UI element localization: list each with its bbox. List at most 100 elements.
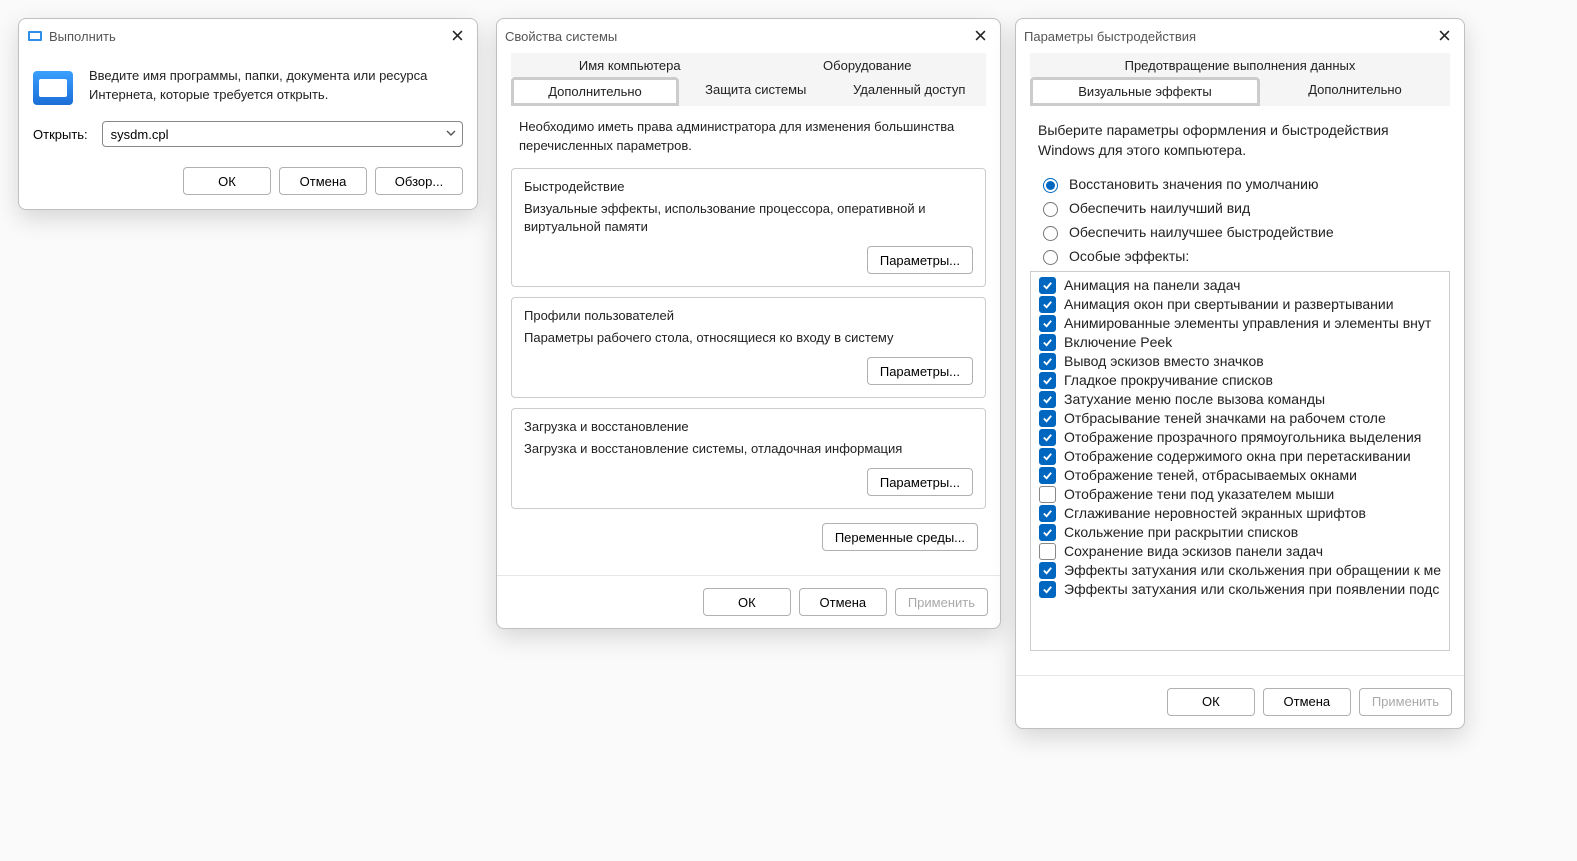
effect-row[interactable]: Отображение прозрачного прямоугольника в… (1031, 428, 1449, 447)
checkbox[interactable] (1039, 581, 1056, 598)
sys-title: Свойства системы (505, 29, 968, 44)
perf-title: Параметры быстродействия (1024, 29, 1432, 44)
checkbox[interactable] (1039, 296, 1056, 313)
cancel-button[interactable]: Отмена (1263, 688, 1351, 716)
perf-tabs-row-1: Предотвращение выполнения данных (1030, 53, 1450, 77)
radio-group: Восстановить значения по умолчанию Обесп… (1030, 175, 1450, 265)
tab-advanced[interactable]: Дополнительно (1260, 77, 1450, 106)
radio-custom[interactable]: Особые эффекты: (1038, 247, 1442, 265)
apply-button[interactable]: Применить (1359, 688, 1452, 716)
effect-row[interactable]: Вывод эскизов вместо значков (1031, 352, 1449, 371)
startup-settings-button[interactable]: Параметры... (867, 468, 973, 496)
close-icon[interactable] (968, 28, 992, 44)
effect-row[interactable]: Эффекты затухания или скольжения при поя… (1031, 580, 1449, 599)
effect-row[interactable]: Отбрасывание теней значками на рабочем с… (1031, 409, 1449, 428)
effect-row[interactable]: Включение Peek (1031, 333, 1449, 352)
effect-row[interactable]: Сохранение вида эскизов панели задач (1031, 542, 1449, 561)
radio-custom-input[interactable] (1043, 250, 1058, 265)
effect-label: Эффекты затухания или скольжения при обр… (1064, 562, 1441, 578)
cancel-button[interactable]: Отмена (279, 167, 367, 195)
checkbox[interactable] (1039, 524, 1056, 541)
ok-button[interactable]: ОК (703, 588, 791, 616)
radio-default[interactable]: Восстановить значения по умолчанию (1038, 175, 1442, 193)
effect-label: Анимация окон при свертывании и разверты… (1064, 296, 1394, 312)
checkbox[interactable] (1039, 448, 1056, 465)
effects-checklist[interactable]: Анимация на панели задачАнимация окон пр… (1030, 271, 1450, 651)
tab-visual-effects[interactable]: Визуальные эффекты (1030, 77, 1260, 106)
radio-best-perf[interactable]: Обеспечить наилучшее быстродействие (1038, 223, 1442, 241)
profiles-group: Профили пользователей Параметры рабочего… (511, 297, 986, 398)
effect-label: Отображение прозрачного прямоугольника в… (1064, 429, 1421, 445)
cancel-button[interactable]: Отмена (799, 588, 887, 616)
checkbox[interactable] (1039, 353, 1056, 370)
checkbox[interactable] (1039, 334, 1056, 351)
checkbox[interactable] (1039, 486, 1056, 503)
checkbox[interactable] (1039, 562, 1056, 579)
system-properties-dialog: Свойства системы Имя компьютера Оборудов… (496, 18, 1001, 629)
browse-button[interactable]: Обзор... (375, 167, 463, 195)
checkbox[interactable] (1039, 277, 1056, 294)
tab-advanced[interactable]: Дополнительно (511, 77, 679, 106)
checkbox[interactable] (1039, 391, 1056, 408)
apply-button[interactable]: Применить (895, 588, 988, 616)
tab-system-protection[interactable]: Защита системы (679, 77, 833, 106)
run-title: Выполнить (49, 29, 445, 44)
effect-label: Скольжение при раскрытии списков (1064, 524, 1298, 540)
checkbox[interactable] (1039, 410, 1056, 427)
performance-options-dialog: Параметры быстродействия Предотвращение … (1015, 18, 1465, 729)
radio-best-look[interactable]: Обеспечить наилучший вид (1038, 199, 1442, 217)
effect-label: Эффекты затухания или скольжения при поя… (1064, 581, 1439, 597)
close-icon[interactable] (1432, 28, 1456, 44)
run-button-row: ОК Отмена Обзор... (19, 157, 477, 209)
effect-label: Включение Peek (1064, 334, 1172, 350)
close-icon[interactable] (445, 28, 469, 44)
effect-row[interactable]: Отображение теней, отбрасываемых окнами (1031, 466, 1449, 485)
env-vars-button[interactable]: Переменные среды... (822, 523, 978, 551)
sys-tabs-row-2: Дополнительно Защита системы Удаленный д… (511, 77, 986, 106)
tab-dep[interactable]: Предотвращение выполнения данных (1030, 53, 1450, 77)
effect-row[interactable]: Анимация на панели задач (1031, 276, 1449, 295)
open-label: Открыть: (33, 127, 88, 142)
checkbox[interactable] (1039, 543, 1056, 560)
radio-best-perf-label: Обеспечить наилучшее быстродействие (1069, 224, 1334, 240)
radio-default-input[interactable] (1043, 178, 1058, 193)
tab-hardware[interactable]: Оборудование (749, 53, 987, 77)
admin-note: Необходимо иметь права администратора дл… (511, 106, 986, 156)
radio-best-perf-input[interactable] (1043, 226, 1058, 241)
effect-label: Отображение тени под указателем мыши (1064, 486, 1334, 502)
ok-button[interactable]: ОК (183, 167, 271, 195)
profiles-settings-button[interactable]: Параметры... (867, 357, 973, 385)
tab-remote[interactable]: Удаленный доступ (833, 77, 987, 106)
effect-row[interactable]: Сглаживание неровностей экранных шрифтов (1031, 504, 1449, 523)
checkbox[interactable] (1039, 429, 1056, 446)
radio-custom-label: Особые эффекты: (1069, 248, 1189, 264)
effect-row[interactable]: Отображение содержимого окна при перетас… (1031, 447, 1449, 466)
performance-settings-button[interactable]: Параметры... (867, 246, 973, 274)
run-body: Введите имя программы, папки, документа … (19, 53, 477, 113)
profiles-group-title: Профили пользователей (524, 308, 973, 323)
effect-row[interactable]: Анимированные элементы управления и элем… (1031, 314, 1449, 333)
radio-best-look-input[interactable] (1043, 202, 1058, 217)
tab-computer-name[interactable]: Имя компьютера (511, 53, 749, 77)
checkbox[interactable] (1039, 372, 1056, 389)
open-input[interactable] (109, 126, 446, 143)
effect-label: Отбрасывание теней значками на рабочем с… (1064, 410, 1386, 426)
sys-dialog-buttons: ОК Отмена Применить (497, 575, 1000, 628)
checkbox[interactable] (1039, 467, 1056, 484)
effect-row[interactable]: Эффекты затухания или скольжения при обр… (1031, 561, 1449, 580)
open-combobox[interactable] (102, 121, 463, 147)
sys-content: Имя компьютера Оборудование Дополнительн… (497, 53, 1000, 565)
perf-tabs-row-2: Визуальные эффекты Дополнительно (1030, 77, 1450, 106)
chevron-down-icon[interactable] (446, 125, 456, 143)
ok-button[interactable]: ОК (1167, 688, 1255, 716)
startup-group-desc: Загрузка и восстановление системы, отлад… (524, 440, 973, 458)
effect-row[interactable]: Отображение тени под указателем мыши (1031, 485, 1449, 504)
checkbox[interactable] (1039, 505, 1056, 522)
checkbox[interactable] (1039, 315, 1056, 332)
effect-row[interactable]: Гладкое прокручивание списков (1031, 371, 1449, 390)
effect-row[interactable]: Затухание меню после вызова команды (1031, 390, 1449, 409)
startup-group: Загрузка и восстановление Загрузка и вос… (511, 408, 986, 509)
perf-content: Предотвращение выполнения данных Визуаль… (1016, 53, 1464, 665)
effect-row[interactable]: Скольжение при раскрытии списков (1031, 523, 1449, 542)
effect-row[interactable]: Анимация окон при свертывании и разверты… (1031, 295, 1449, 314)
